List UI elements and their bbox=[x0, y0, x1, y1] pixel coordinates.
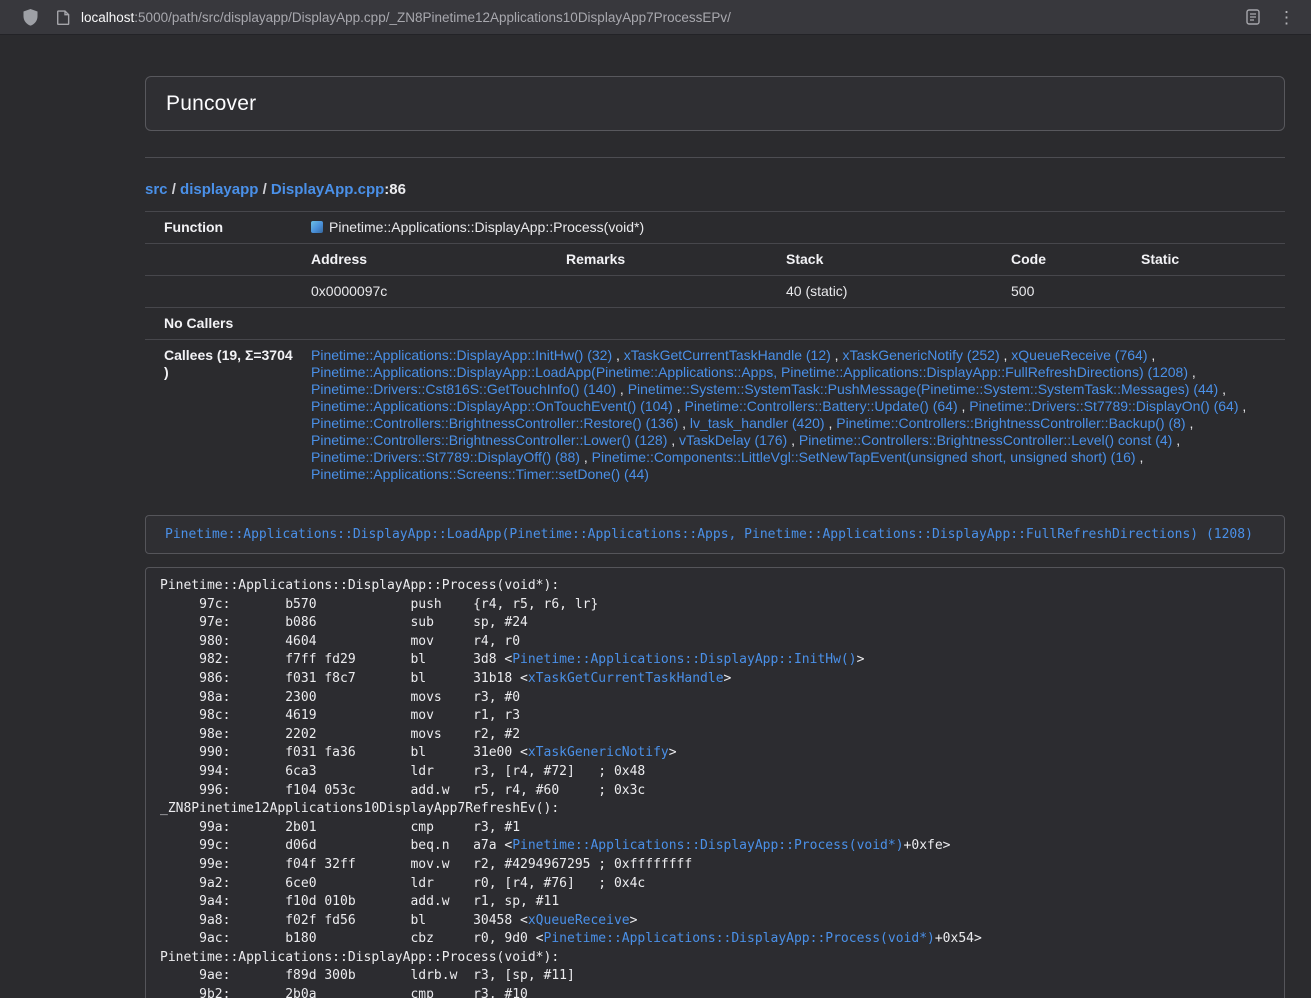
function-icon bbox=[311, 221, 323, 233]
url-bar[interactable]: localhost:5000/path/src/displayapp/Displ… bbox=[57, 10, 1232, 25]
callee-link[interactable]: Pinetime::Applications::DisplayApp::Load… bbox=[311, 364, 1188, 380]
assembly-symbol-link[interactable]: Pinetime::Applications::DisplayApp::Proc… bbox=[512, 838, 903, 853]
callee-link[interactable]: Pinetime::Controllers::BrightnessControl… bbox=[311, 415, 678, 431]
static-value bbox=[1133, 276, 1285, 308]
breadcrumb-link[interactable]: src bbox=[145, 181, 168, 198]
callee-link[interactable]: xTaskGetCurrentTaskHandle (12) bbox=[624, 347, 831, 363]
callee-link[interactable]: Pinetime::Applications::DisplayApp::OnTo… bbox=[311, 398, 673, 414]
selected-symbol-well: Pinetime::Applications::DisplayApp::Load… bbox=[145, 515, 1285, 554]
column-header-static: Static bbox=[1133, 244, 1285, 276]
callee-link[interactable]: Pinetime::Controllers::Battery::Update()… bbox=[685, 398, 958, 414]
callee-link[interactable]: Pinetime::Applications::Screens::Timer::… bbox=[311, 466, 649, 482]
page-content: Puncover src / displayapp / DisplayApp.c… bbox=[145, 76, 1285, 998]
function-table: Function Pinetime::Applications::Display… bbox=[145, 211, 1285, 490]
no-callers-label: No Callers bbox=[145, 308, 303, 340]
callee-link[interactable]: xTaskGenericNotify (252) bbox=[842, 347, 999, 363]
column-header-address: Address bbox=[303, 244, 558, 276]
callee-link[interactable]: vTaskDelay (176) bbox=[679, 432, 787, 448]
callee-link[interactable]: Pinetime::Drivers::Cst816S::GetTouchInfo… bbox=[311, 381, 616, 397]
callees-row: Callees (19, Σ=3704 ) Pinetime::Applicat… bbox=[145, 340, 1285, 491]
table-value-row: 0x0000097c 40 (static) 500 bbox=[145, 276, 1285, 308]
callee-link[interactable]: lv_task_handler (420) bbox=[690, 415, 825, 431]
callee-link[interactable]: Pinetime::Drivers::St7789::DisplayOn() (… bbox=[969, 398, 1238, 414]
selected-symbol-link[interactable]: Pinetime::Applications::DisplayApp::Load… bbox=[165, 527, 1253, 542]
callees-label: Callees (19, Σ=3704 ) bbox=[145, 340, 303, 491]
page-title: Puncover bbox=[166, 92, 256, 116]
column-header-stack: Stack bbox=[778, 244, 1003, 276]
function-name: Pinetime::Applications::DisplayApp::Proc… bbox=[329, 219, 644, 235]
url-host: localhost bbox=[81, 10, 134, 25]
column-header-code: Code bbox=[1003, 244, 1133, 276]
breadcrumb-separator: / bbox=[258, 181, 271, 198]
tracking-protection-shield-icon[interactable] bbox=[22, 8, 39, 27]
divider bbox=[145, 157, 1285, 158]
app-header: Puncover bbox=[145, 76, 1285, 131]
url-text[interactable]: localhost:5000/path/src/displayapp/Displ… bbox=[81, 10, 731, 25]
callee-link[interactable]: Pinetime::System::SystemTask::PushMessag… bbox=[628, 381, 1219, 397]
assembly-code: Pinetime::Applications::DisplayApp::Proc… bbox=[145, 567, 1285, 998]
assembly-symbol-link[interactable]: xTaskGetCurrentTaskHandle bbox=[528, 671, 724, 686]
breadcrumb-link[interactable]: DisplayApp.cpp bbox=[271, 181, 384, 198]
callee-link[interactable]: Pinetime::Controllers::BrightnessControl… bbox=[799, 432, 1172, 448]
stack-value: 40 (static) bbox=[778, 276, 1003, 308]
assembly-symbol-link[interactable]: xQueueReceive bbox=[528, 913, 630, 928]
callee-link[interactable]: Pinetime::Controllers::BrightnessControl… bbox=[836, 415, 1185, 431]
callees-list: Pinetime::Applications::DisplayApp::Init… bbox=[303, 340, 1285, 491]
menu-icon[interactable]: ⋮ bbox=[1276, 9, 1297, 26]
breadcrumb-line-number: :86 bbox=[384, 181, 406, 198]
table-header-row: Address Remarks Stack Code Static bbox=[145, 244, 1285, 276]
no-callers-row: No Callers bbox=[145, 308, 1285, 340]
breadcrumb: src / displayapp / DisplayApp.cpp:86 bbox=[145, 181, 1285, 198]
callee-link[interactable]: Pinetime::Applications::DisplayApp::Init… bbox=[311, 347, 612, 363]
column-header-remarks: Remarks bbox=[558, 244, 778, 276]
browser-toolbar: localhost:5000/path/src/displayapp/Displ… bbox=[0, 0, 1311, 35]
remarks-value bbox=[558, 276, 778, 308]
reader-view-icon[interactable] bbox=[1246, 9, 1260, 25]
address-value: 0x0000097c bbox=[303, 276, 558, 308]
assembly-symbol-link[interactable]: xTaskGenericNotify bbox=[528, 745, 669, 760]
callee-link[interactable]: Pinetime::Controllers::BrightnessControl… bbox=[311, 432, 667, 448]
callee-link[interactable]: Pinetime::Components::LittleVgl::SetNewT… bbox=[592, 449, 1136, 465]
code-value: 500 bbox=[1003, 276, 1133, 308]
url-path: :5000/path/src/displayapp/DisplayApp.cpp… bbox=[134, 10, 731, 25]
assembly-symbol-link[interactable]: Pinetime::Applications::DisplayApp::Proc… bbox=[544, 931, 935, 946]
function-label: Function bbox=[145, 212, 303, 244]
breadcrumb-separator: / bbox=[168, 181, 181, 198]
breadcrumb-link[interactable]: displayapp bbox=[180, 181, 258, 198]
page-security-icon[interactable] bbox=[57, 10, 70, 25]
callee-link[interactable]: Pinetime::Drivers::St7789::DisplayOff() … bbox=[311, 449, 580, 465]
function-row: Function Pinetime::Applications::Display… bbox=[145, 212, 1285, 244]
assembly-symbol-link[interactable]: Pinetime::Applications::DisplayApp::Init… bbox=[512, 652, 856, 667]
callee-link[interactable]: xQueueReceive (764) bbox=[1011, 347, 1147, 363]
